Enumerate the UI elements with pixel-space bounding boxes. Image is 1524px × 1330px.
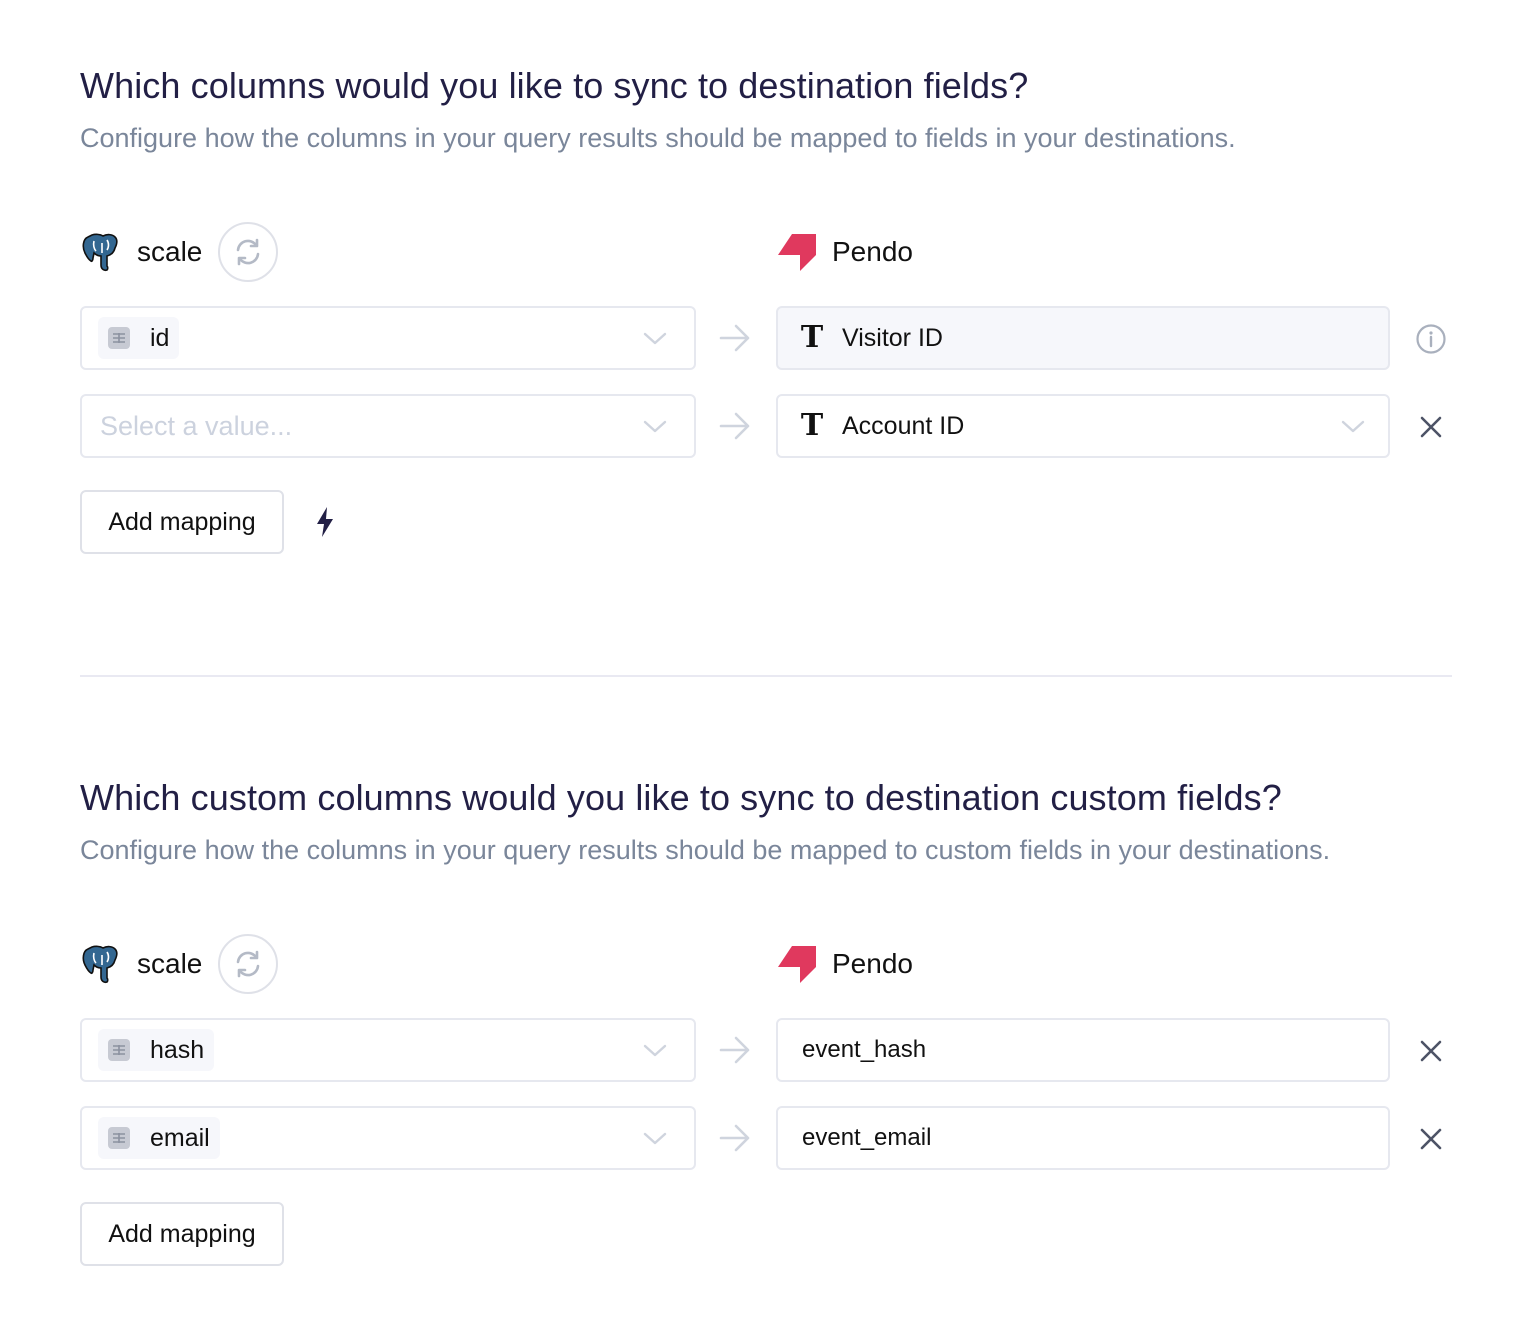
- custom-field-input[interactable]: event_hash: [776, 1018, 1390, 1082]
- select-placeholder: Select a value...: [100, 410, 293, 441]
- chevron-down-icon: [642, 1040, 668, 1060]
- remove-mapping-button[interactable]: [1414, 1034, 1448, 1068]
- destination-header: Pendo: [776, 222, 913, 282]
- remove-mapping-button[interactable]: [1414, 410, 1448, 444]
- column-name: hash: [150, 1035, 205, 1064]
- custom-field-input[interactable]: event_email: [776, 1106, 1390, 1170]
- destination-field: T Visitor ID: [776, 306, 1390, 370]
- arrow-right-icon: [718, 1034, 752, 1066]
- source-name: scale: [137, 236, 203, 267]
- column-icon: [108, 327, 130, 349]
- pendo-logo-icon: [776, 943, 818, 985]
- chevron-down-icon: [642, 416, 668, 436]
- info-icon: [1415, 323, 1447, 355]
- destination-name: Pendo: [832, 236, 913, 267]
- column-chip: id: [98, 317, 180, 359]
- destination-field-select[interactable]: T Account ID: [776, 394, 1390, 458]
- source-column-select[interactable]: Select a value...: [80, 394, 696, 458]
- pendo-logo-icon: [776, 231, 818, 273]
- column-chip: hash: [98, 1029, 215, 1071]
- section-title: Which columns would you like to sync to …: [80, 65, 1029, 106]
- remove-mapping-button[interactable]: [1414, 1122, 1448, 1156]
- close-icon: [1419, 1127, 1443, 1151]
- mapping-actions: Add mapping: [80, 490, 1452, 554]
- refresh-icon: [233, 949, 263, 979]
- destination-field-name: Visitor ID: [842, 323, 943, 352]
- refresh-columns-button[interactable]: [218, 222, 279, 282]
- source-name: scale: [137, 948, 203, 979]
- postgres-elephant-icon: [80, 943, 122, 985]
- mapping-row: email event_email: [80, 1106, 1452, 1170]
- custom-columns-mapping-section: Which custom columns would you like to s…: [80, 774, 1452, 1266]
- mapping-header: scale Pendo: [80, 222, 1452, 282]
- chevron-down-icon: [642, 1128, 668, 1148]
- postgres-elephant-icon: [80, 231, 122, 273]
- mapping-header: scale Pendo: [80, 934, 1452, 994]
- chevron-down-icon: [642, 328, 668, 348]
- column-chip: email: [98, 1117, 220, 1159]
- mapping-row: id T Visitor ID: [80, 306, 1452, 370]
- section-divider: [80, 675, 1452, 677]
- column-icon: [108, 1127, 130, 1149]
- source-column-select[interactable]: email: [80, 1106, 696, 1170]
- custom-field-value: event_email: [802, 1124, 932, 1151]
- mapping-actions: Add mapping: [80, 1202, 1452, 1266]
- column-name: email: [150, 1123, 210, 1152]
- refresh-columns-button[interactable]: [218, 934, 279, 994]
- chevron-down-icon: [1340, 416, 1366, 436]
- add-mapping-button[interactable]: Add mapping: [80, 1202, 284, 1266]
- source-header: scale: [80, 222, 279, 282]
- arrow-right-icon: [718, 322, 752, 354]
- column-icon: [108, 1039, 130, 1061]
- mapping-row: hash event_hash: [80, 1018, 1452, 1082]
- arrow-right-icon: [718, 1122, 752, 1154]
- destination-field-name: Account ID: [842, 411, 965, 440]
- mapping-row: Select a value... T Account ID: [80, 394, 1452, 458]
- section-title: Which custom columns would you like to s…: [80, 777, 1282, 818]
- columns-mapping-section: Which columns would you like to sync to …: [80, 62, 1452, 554]
- section-subtitle: Configure how the columns in your query …: [80, 835, 1331, 865]
- custom-field-value: event_hash: [802, 1036, 927, 1063]
- column-name: id: [150, 323, 170, 352]
- section-subtitle: Configure how the columns in your query …: [80, 123, 1236, 153]
- add-mapping-button[interactable]: Add mapping: [80, 490, 284, 554]
- close-icon: [1419, 415, 1443, 439]
- close-icon: [1419, 1039, 1443, 1063]
- source-column-select[interactable]: hash: [80, 1018, 696, 1082]
- info-button[interactable]: [1414, 322, 1448, 356]
- source-column-select[interactable]: id: [80, 306, 696, 370]
- refresh-icon: [233, 237, 263, 267]
- text-type-icon: T: [800, 408, 824, 443]
- text-type-icon: T: [800, 320, 824, 355]
- destination-header: Pendo: [776, 934, 913, 994]
- arrow-right-icon: [718, 410, 752, 442]
- lightning-bolt-icon[interactable]: [314, 506, 336, 538]
- destination-name: Pendo: [832, 948, 913, 979]
- source-header: scale: [80, 934, 279, 994]
